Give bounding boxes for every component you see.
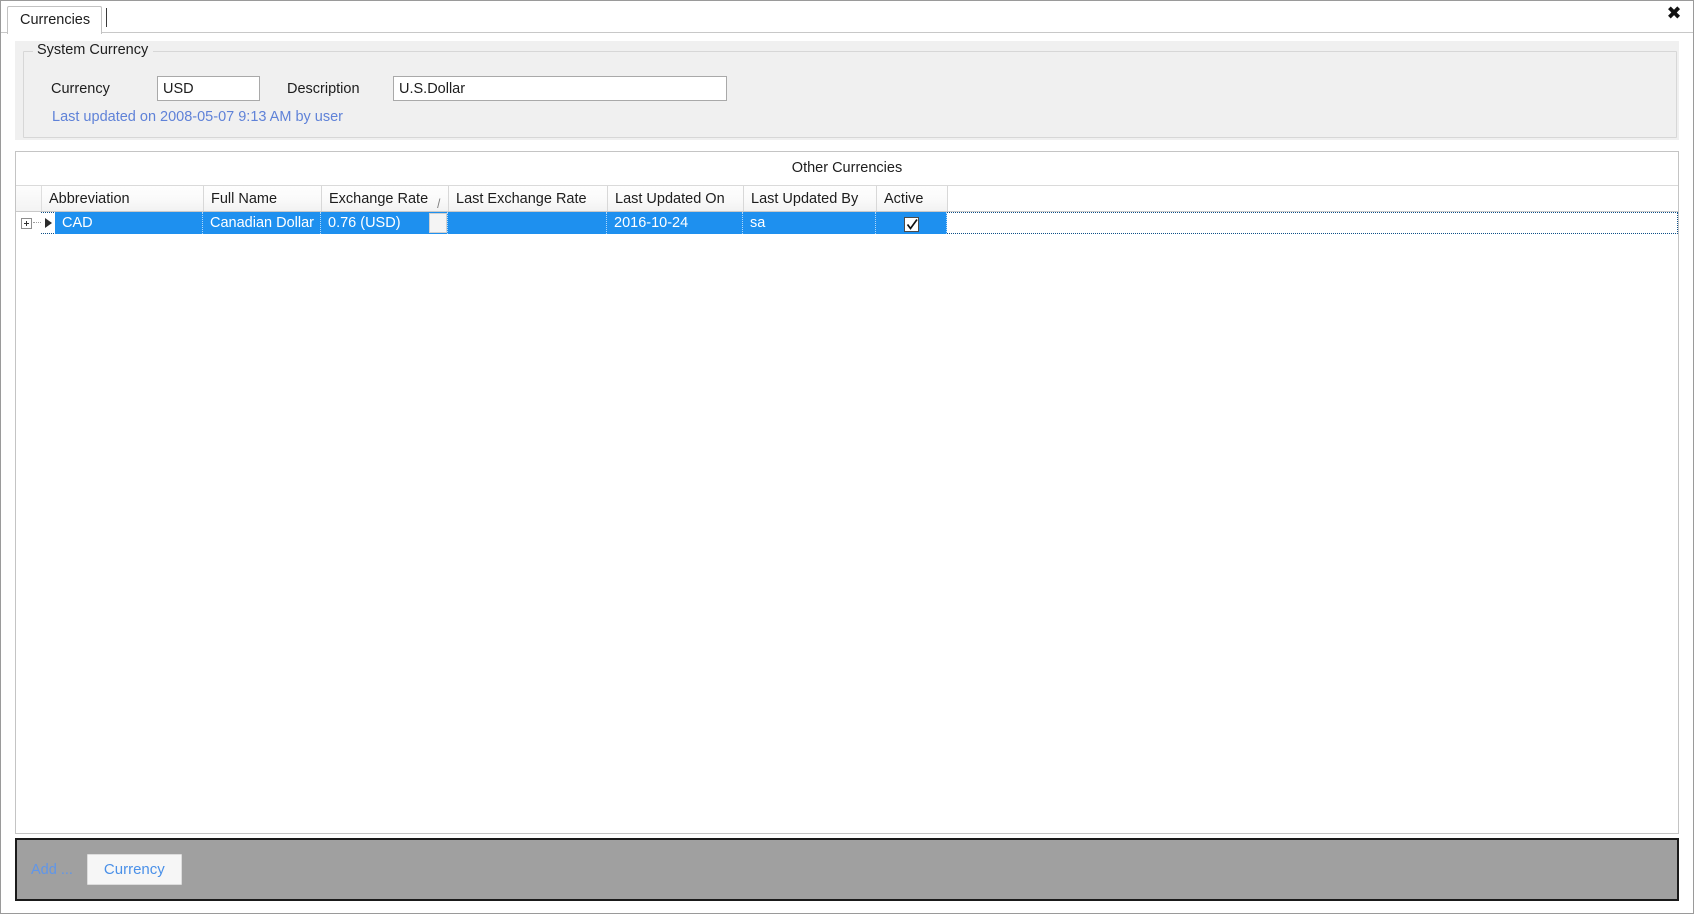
column-header-abbreviation[interactable]: Abbreviation (42, 186, 204, 211)
tab-currencies-label: Currencies (20, 12, 91, 28)
column-header-active[interactable]: Active (877, 186, 948, 211)
tree-connector-line (33, 222, 41, 224)
cell-active[interactable] (876, 212, 947, 234)
tab-strip: Currencies ✖ (1, 1, 1693, 34)
row-pointer-icon (41, 212, 55, 234)
other-currencies-panel: Other Currencies Abbreviation Full Name … (15, 151, 1679, 834)
cell-last-exchange-rate[interactable] (448, 212, 607, 234)
grid-body: CAD Canadian Dollar 0.76 (USD) 2016-10-2… (16, 212, 1678, 234)
description-label: Description (287, 81, 360, 97)
currencies-window: Currencies ✖ System Currency Currency De… (0, 0, 1694, 914)
cell-abbreviation[interactable]: CAD (55, 212, 203, 234)
column-header-active-label: Active (884, 191, 924, 207)
cell-exchange-rate[interactable]: 0.76 (USD) (321, 212, 448, 234)
system-currency-legend: System Currency (33, 42, 154, 58)
close-icon[interactable]: ✖ (1663, 3, 1685, 25)
bottom-action-bar: Add ... Currency (15, 838, 1679, 901)
sort-ascending-icon: / (437, 196, 441, 211)
cell-last-updated-on[interactable]: 2016-10-24 (607, 212, 743, 234)
column-header-last-updated-on[interactable]: Last Updated On (608, 186, 744, 211)
cell-exchange-rate-value: 0.76 (USD) (328, 215, 401, 231)
column-header-last-updated-on-label: Last Updated On (615, 191, 725, 207)
grid-header-row: Abbreviation Full Name Exchange Rate / L… (16, 185, 1678, 212)
system-currency-group: System Currency Currency Description Las… (15, 41, 1679, 140)
grid-header-indent (16, 186, 42, 211)
add-label: Add ... (31, 861, 73, 878)
table-row[interactable]: CAD Canadian Dollar 0.76 (USD) 2016-10-2… (16, 212, 1678, 234)
currencies-grid: Abbreviation Full Name Exchange Rate / L… (16, 185, 1678, 234)
expand-plus-icon[interactable] (21, 217, 32, 229)
last-updated-link[interactable]: Last updated on 2008-05-07 9:13 AM by us… (52, 109, 343, 125)
cell-full-name[interactable]: Canadian Dollar (203, 212, 321, 234)
currency-label: Currency (51, 81, 110, 97)
cell-last-updated-by[interactable]: sa (743, 212, 876, 234)
row-indent (16, 212, 41, 234)
column-header-last-updated-by-label: Last Updated By (751, 191, 859, 207)
column-header-last-exchange-rate[interactable]: Last Exchange Rate (449, 186, 608, 211)
column-header-exchange-rate[interactable]: Exchange Rate / (322, 186, 449, 211)
other-currencies-title: Other Currencies (791, 160, 903, 176)
column-header-full-name[interactable]: Full Name (204, 186, 322, 211)
tab-currencies[interactable]: Currencies (7, 6, 103, 34)
column-header-abbreviation-label: Abbreviation (49, 191, 130, 207)
system-currency-fields: Currency Description (15, 76, 1679, 102)
currency-input[interactable] (157, 76, 260, 101)
cell-editor-button[interactable] (429, 213, 447, 233)
column-header-last-updated-by[interactable]: Last Updated By (744, 186, 877, 211)
column-header-full-name-label: Full Name (211, 191, 278, 207)
column-header-last-exchange-rate-label: Last Exchange Rate (456, 191, 587, 207)
column-header-exchange-rate-label: Exchange Rate (329, 191, 429, 207)
active-checkbox[interactable] (903, 217, 919, 233)
add-currency-button[interactable]: Currency (86, 854, 182, 885)
description-input[interactable] (393, 76, 727, 101)
tab-strip-caret (106, 8, 108, 27)
